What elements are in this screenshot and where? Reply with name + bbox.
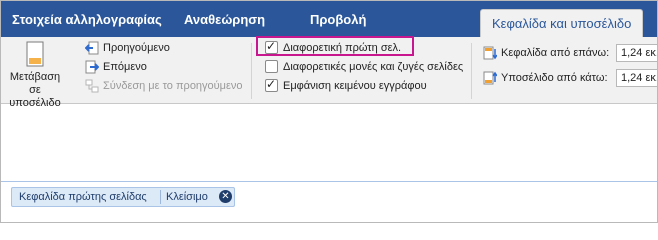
link-icon <box>85 79 99 93</box>
header-from-top-input[interactable]: 1,24 εκ. <box>616 44 657 62</box>
header-position-icon <box>483 46 497 60</box>
highlight-box <box>256 36 414 56</box>
next-label: Επόμενο <box>103 61 147 73</box>
header-from-top-label: Κεφαλίδα από επάνω: <box>501 47 610 59</box>
close-header-button[interactable]: Κλείσιμο <box>166 191 208 203</box>
close-icon[interactable]: ✕ <box>219 190 232 203</box>
next-icon <box>85 60 99 74</box>
group-divider <box>251 43 252 99</box>
footer-from-bottom-label: Υποσέλιδο από κάτω: <box>501 72 608 84</box>
different-odd-even-label: Διαφορετικές μονές και ζυγές σελίδες <box>283 61 464 73</box>
checkbox-box: ✓ <box>265 77 278 92</box>
checkbox-box <box>265 60 278 73</box>
show-document-text-label: Εμφάνιση κειμένου εγγράφου <box>283 80 427 92</box>
previous-icon <box>85 41 99 55</box>
tab-review[interactable]: Αναθεώρηση <box>184 12 265 27</box>
previous-label: Προηγούμενο <box>103 42 170 54</box>
goto-footer-icon <box>26 41 44 67</box>
tag-divider <box>160 190 161 204</box>
footer-from-bottom-input[interactable]: 1,24 εκ. <box>616 69 657 87</box>
group-divider <box>471 43 472 99</box>
header-boundary-line <box>1 181 657 182</box>
tab-mailings[interactable]: Στοιχεία αλληλογραφίας <box>12 12 162 27</box>
ribbon-tab-bar: Στοιχεία αλληλογραφίας Αναθεώρηση Προβολ… <box>1 1 657 37</box>
tab-view[interactable]: Προβολή <box>310 12 366 27</box>
goto-footer-label: Μετάβαση σε υποσέλιδο <box>9 71 61 109</box>
word-window: Στοιχεία αλληλογραφίας Αναθεώρηση Προβολ… <box>0 0 658 223</box>
header-section-title: Κεφαλίδα πρώτης σελίδας <box>19 191 147 203</box>
footer-position-icon <box>483 71 497 85</box>
checkmark-icon: ✓ <box>266 77 277 91</box>
header-section-tag: Κεφαλίδα πρώτης σελίδας Κλείσιμο ✕ <box>11 187 235 207</box>
link-to-previous-label: Σύνδεση με το προηγούμενο <box>103 80 243 92</box>
goto-footer-button[interactable]: Μετάβαση σε υποσέλιδο <box>3 37 67 109</box>
tab-header-footer[interactable]: Κεφαλίδα και υποσέλιδο <box>480 9 644 37</box>
ribbon-panel: Μετάβαση σε υποσέλιδο Προηγούμενο Επόμεν… <box>1 36 657 109</box>
